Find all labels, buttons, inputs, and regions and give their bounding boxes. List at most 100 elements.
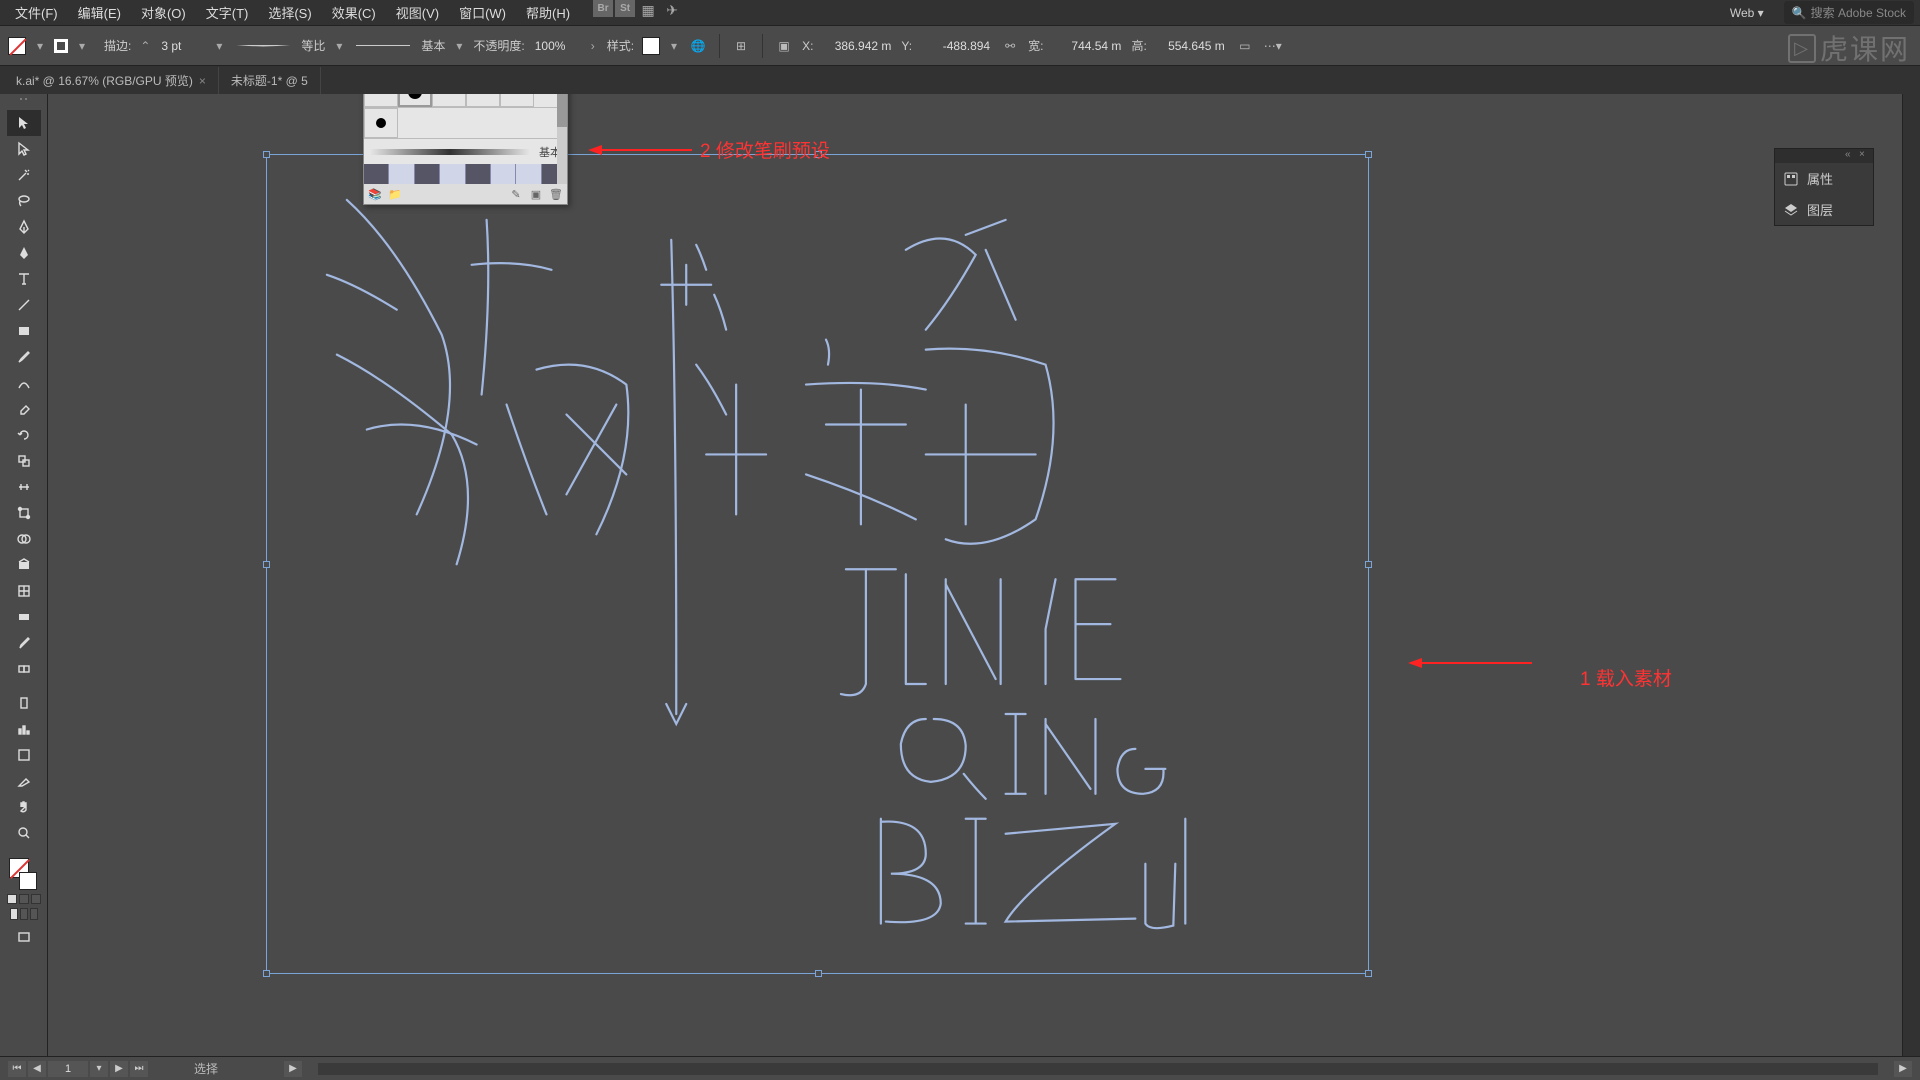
properties-panel-btn[interactable]: 属性 (1775, 163, 1873, 194)
arrange-icon[interactable]: ▦ (637, 0, 659, 21)
menu-effect[interactable]: 效果(C) (323, 0, 385, 26)
canvas[interactable]: ≡ 基本 📚 📁 ✎ ▣ 🗑 (48, 94, 1902, 1056)
stroke-swatch[interactable] (54, 39, 68, 53)
fill-dropdown[interactable]: ▾ (34, 39, 46, 53)
brush-preset-5[interactable] (500, 94, 534, 107)
menu-type[interactable]: 文字(T) (197, 0, 258, 26)
right-dock[interactable] (1902, 94, 1920, 1056)
next-artboard-btn[interactable]: ▶ (110, 1061, 128, 1077)
w-input[interactable] (1051, 37, 1123, 55)
x-input[interactable] (821, 37, 893, 55)
mesh-tool[interactable] (7, 578, 41, 604)
link-wh-icon[interactable]: ⚯ (1000, 36, 1020, 56)
width-tool[interactable] (7, 474, 41, 500)
opacity-input[interactable] (533, 37, 579, 55)
perspective-grid-tool[interactable] (7, 552, 41, 578)
artboard-tool[interactable] (7, 742, 41, 768)
scroll-right-btn[interactable]: ▶ (1894, 1061, 1912, 1077)
brush-preset-4[interactable] (466, 94, 500, 107)
magic-wand-tool[interactable] (7, 162, 41, 188)
paintbrush-tool[interactable] (7, 344, 41, 370)
last-artboard-btn[interactable]: ⏭ (130, 1061, 148, 1077)
eyedropper-tool[interactable] (7, 630, 41, 656)
zoom-tool[interactable] (7, 820, 41, 846)
screen-mode[interactable] (7, 924, 41, 950)
opacity-dd[interactable]: › (587, 39, 599, 53)
menu-view[interactable]: 视图(V) (387, 0, 448, 26)
brush-preset-2[interactable] (398, 94, 432, 107)
transform-icon[interactable]: ▣ (774, 36, 794, 56)
style-swatch[interactable] (642, 37, 660, 55)
doc-tab-1[interactable]: k.ai* @ 16.67% (RGB/GPU 预览)× (4, 67, 219, 94)
stroke-color[interactable] (19, 872, 37, 890)
hand-tool[interactable] (7, 794, 41, 820)
first-artboard-btn[interactable]: ⏮ (8, 1061, 26, 1077)
brush-preview[interactable] (353, 39, 413, 53)
more-icon[interactable]: ⋯▾ (1263, 36, 1283, 56)
artboard-number-input[interactable] (48, 1061, 88, 1077)
brush-library-icon[interactable]: 📚 (368, 187, 382, 201)
panel-collapse-icon[interactable]: « (1845, 149, 1855, 159)
selection-tool[interactable] (7, 110, 41, 136)
y-input[interactable] (920, 37, 992, 55)
stroke-weight-input[interactable] (159, 37, 205, 55)
bridge-icon[interactable]: Br (593, 0, 613, 17)
stroke-dropdown[interactable]: ▾ (76, 39, 88, 53)
panel-close-icon[interactable]: × (1859, 149, 1869, 159)
menu-object[interactable]: 对象(O) (132, 0, 195, 26)
stroke-profile[interactable] (233, 39, 293, 53)
recolor-icon[interactable]: 🌐 (688, 36, 708, 56)
layers-panel-btn[interactable]: 图层 (1775, 194, 1873, 225)
draw-inside[interactable] (30, 908, 38, 920)
gradient-tool[interactable] (7, 604, 41, 630)
brush-new-icon[interactable]: ▣ (529, 187, 543, 201)
status-play-icon[interactable]: ▶ (284, 1061, 302, 1077)
curvature-tool[interactable] (7, 240, 41, 266)
workspace-switcher[interactable]: Web ▾ (1720, 4, 1774, 22)
stock-icon[interactable]: St (615, 0, 635, 17)
free-transform-tool[interactable] (7, 500, 41, 526)
direct-selection-tool[interactable] (7, 136, 41, 162)
brush-folder-icon[interactable]: 📁 (388, 187, 402, 201)
shape-builder-tool[interactable] (7, 526, 41, 552)
color-mode-gradient[interactable] (19, 894, 29, 904)
shaper-tool[interactable] (7, 370, 41, 396)
slice-tool[interactable] (7, 768, 41, 794)
brush-dd[interactable]: ▾ (453, 39, 465, 53)
brush-preset-1[interactable] (364, 94, 398, 107)
fill-swatch[interactable] (8, 37, 26, 55)
align-icon[interactable]: ⊞ (731, 36, 751, 56)
line-tool[interactable] (7, 292, 41, 318)
profile-dd[interactable]: ▾ (333, 39, 345, 53)
artboard-dd[interactable]: ▾ (90, 1061, 108, 1077)
menu-edit[interactable]: 编辑(E) (69, 0, 130, 26)
brush-options-icon[interactable]: ✎ (509, 187, 523, 201)
brush-cal-row[interactable] (364, 164, 567, 184)
brush-preset-6[interactable] (364, 108, 398, 138)
stroke-weight-dd[interactable]: ▾ (213, 39, 225, 53)
draw-normal[interactable] (10, 908, 18, 920)
search-input[interactable]: 🔍搜索 Adobe Stock (1784, 1, 1914, 24)
color-mode-none[interactable] (31, 894, 41, 904)
pen-tool[interactable] (7, 214, 41, 240)
close-icon[interactable]: × (199, 74, 206, 88)
brush-popup-scrollbar[interactable] (557, 94, 567, 184)
brush-basic-row[interactable]: 基本 (364, 138, 567, 164)
doc-tab-2[interactable]: 未标题-1* @ 5 (219, 67, 321, 94)
stroke-weight-link[interactable]: ⌃ (139, 39, 151, 53)
menu-help[interactable]: 帮助(H) (517, 0, 579, 26)
h-scrollbar[interactable] (318, 1063, 1878, 1075)
column-graph-tool[interactable] (7, 716, 41, 742)
h-input[interactable] (1155, 37, 1227, 55)
eraser-tool[interactable] (7, 396, 41, 422)
blend-tool[interactable] (7, 656, 41, 682)
rotate-tool[interactable] (7, 422, 41, 448)
gpu-icon[interactable]: ✈ (661, 0, 683, 21)
draw-behind[interactable] (20, 908, 28, 920)
menu-select[interactable]: 选择(S) (259, 0, 320, 26)
symbol-sprayer-tool[interactable] (7, 690, 41, 716)
color-controls[interactable] (7, 856, 41, 890)
menu-file[interactable]: 文件(F) (6, 0, 67, 26)
type-tool[interactable] (7, 266, 41, 292)
scale-tool[interactable] (7, 448, 41, 474)
